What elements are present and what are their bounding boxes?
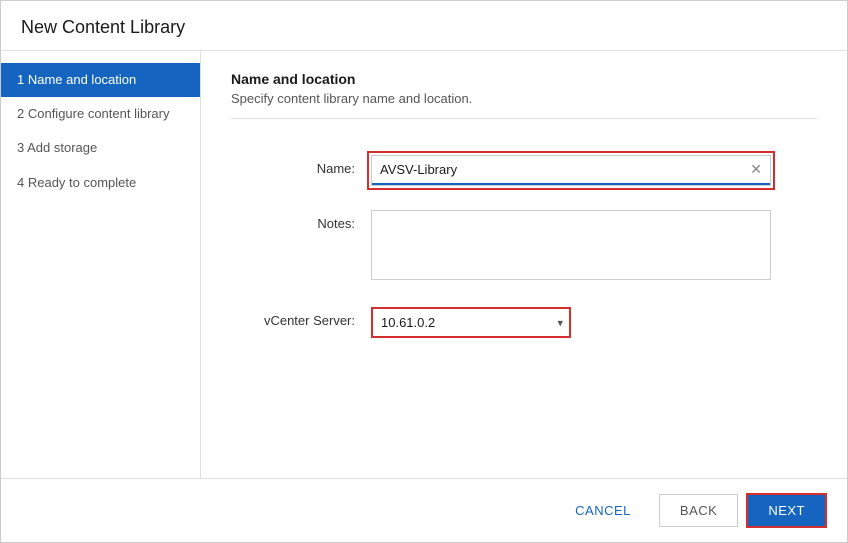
back-button[interactable]: BACK [659,494,738,527]
vcenter-field: 10.61.0.2 ▾ [371,307,771,338]
sidebar-item-name-location[interactable]: 1 Name and location [1,63,200,97]
cancel-button[interactable]: CANCEL [555,495,651,526]
sidebar-item-ready-complete[interactable]: 4 Ready to complete [1,166,200,200]
name-input-box: ✕ [371,155,771,186]
vcenter-label: vCenter Server: [231,307,371,328]
notes-label: Notes: [231,210,371,231]
vcenter-form-row: vCenter Server: 10.61.0.2 ▾ [231,307,817,338]
name-input[interactable] [372,156,742,183]
form-area: Name: ✕ Notes: [231,135,817,458]
section-title: Name and location [231,71,817,87]
main-content: Name and location Specify content librar… [201,51,847,478]
new-content-library-dialog: New Content Library 1 Name and location … [0,0,848,543]
name-field: ✕ [371,155,771,186]
notes-field [371,210,771,283]
next-button[interactable]: NEXT [746,493,827,528]
vcenter-select[interactable]: 10.61.0.2 [373,309,569,336]
clear-icon[interactable]: ✕ [742,157,770,182]
vcenter-select-wrapper: 10.61.0.2 ▾ [371,307,571,338]
dialog-title: New Content Library [1,1,847,51]
dialog-body: 1 Name and location 2 Configure content … [1,51,847,478]
sidebar-item-add-storage[interactable]: 3 Add storage [1,131,200,165]
notes-textarea[interactable] [371,210,771,280]
name-input-inner: ✕ [372,156,770,185]
sidebar-item-configure-content[interactable]: 2 Configure content library [1,97,200,131]
notes-form-row: Notes: [231,210,817,283]
name-label: Name: [231,155,371,176]
section-subtitle: Specify content library name and locatio… [231,91,817,119]
name-form-row: Name: ✕ [231,155,817,186]
sidebar: 1 Name and location 2 Configure content … [1,51,201,478]
dialog-footer: CANCEL BACK NEXT [1,478,847,542]
